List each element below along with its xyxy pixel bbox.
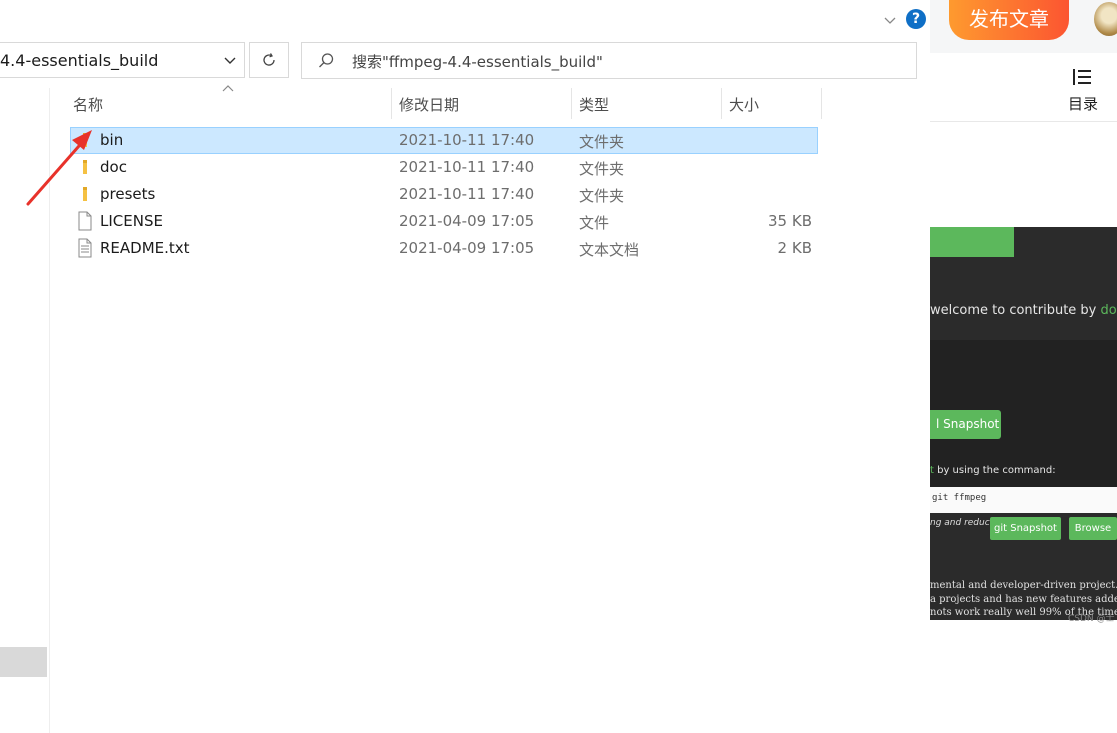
file-modified: 2021-10-11 17:40	[399, 158, 535, 176]
file-size: 2 KB	[777, 239, 812, 257]
command-hint: t by using the command:	[930, 465, 1056, 476]
git-snapshot-button[interactable]: git Snapshot	[990, 517, 1061, 540]
publish-article-button[interactable]: 发布文章	[949, 0, 1069, 40]
text-file-icon	[76, 238, 94, 258]
green-banner	[930, 227, 1014, 257]
navigation-selected-item[interactable]	[0, 647, 47, 677]
column-divider[interactable]	[721, 88, 722, 119]
file-row[interactable]: README.txt 2021-04-09 17:05 文本文档 2 KB	[70, 235, 818, 262]
table-of-contents-label[interactable]: 目录	[1068, 93, 1098, 114]
paragraph-line: mental and developer-driven project. It	[930, 580, 1117, 591]
column-header-modified[interactable]: 修改日期	[399, 94, 459, 115]
refresh-icon	[263, 53, 275, 66]
file-name: bin	[100, 131, 124, 149]
address-dropdown-icon[interactable]	[222, 52, 238, 68]
file-type: 文件夹	[579, 160, 625, 178]
search-placeholder: 搜索"ffmpeg-4.4-essentials_build"	[352, 53, 603, 71]
help-icon[interactable]: ?	[906, 9, 926, 29]
file-type: 文件夹	[579, 187, 625, 205]
welcome-text: welcome to contribute by donatin	[930, 303, 1117, 318]
table-of-contents-icon[interactable]	[1072, 67, 1092, 87]
file-modified: 2021-10-11 17:40	[399, 131, 535, 149]
file-type: 文本文档	[579, 241, 640, 259]
command-hint-label: by using the command:	[933, 465, 1056, 476]
file-modified: 2021-04-09 17:05	[399, 239, 535, 257]
file-modified: 2021-10-11 17:40	[399, 185, 535, 203]
column-divider[interactable]	[391, 88, 392, 119]
file-type: 文件夹	[579, 133, 625, 151]
file-modified: 2021-04-09 17:05	[399, 212, 535, 230]
file-name: presets	[100, 185, 156, 203]
file-name: README.txt	[100, 239, 190, 257]
file-name: LICENSE	[100, 212, 163, 230]
annotation-arrow	[26, 130, 92, 206]
address-path: 4.4-essentials_build	[0, 51, 159, 70]
file-row[interactable]: presets 2021-10-11 17:40 文件夹	[70, 181, 818, 208]
watermark: CSDN @士	[1068, 614, 1115, 624]
file-row[interactable]: LICENSE 2021-04-09 17:05 文件 35 KB	[70, 208, 818, 235]
file-size: 35 KB	[768, 212, 812, 230]
welcome-label: welcome to contribute by	[930, 303, 1097, 318]
donate-link[interactable]: donatin	[1101, 303, 1117, 318]
column-header-name[interactable]: 名称	[73, 94, 103, 115]
column-divider[interactable]	[571, 88, 572, 119]
browse-button[interactable]: Browse	[1069, 517, 1117, 540]
column-header-size[interactable]: 大小	[729, 94, 759, 115]
sort-ascending-icon	[222, 85, 234, 92]
snapshot-button[interactable]: l Snapshot	[930, 410, 1001, 439]
italic-text: ng and reduce	[930, 518, 996, 528]
paragraph-line: a projects and has new features added	[930, 594, 1117, 605]
search-icon	[319, 53, 334, 68]
avatar[interactable]	[1094, 2, 1117, 36]
file-row[interactable]: doc 2021-10-11 17:40 文件夹	[70, 154, 818, 181]
column-divider[interactable]	[821, 88, 822, 119]
file-row[interactable]: bin 2021-10-11 17:40 文件夹	[70, 127, 818, 154]
git-command: git ffmpeg	[930, 487, 1117, 513]
file-type: 文件	[579, 214, 610, 232]
chevron-down-icon[interactable]	[882, 12, 898, 28]
file-icon	[76, 211, 94, 231]
column-header-type[interactable]: 类型	[579, 94, 609, 115]
refresh-button[interactable]	[249, 42, 289, 78]
file-name: doc	[100, 158, 127, 176]
